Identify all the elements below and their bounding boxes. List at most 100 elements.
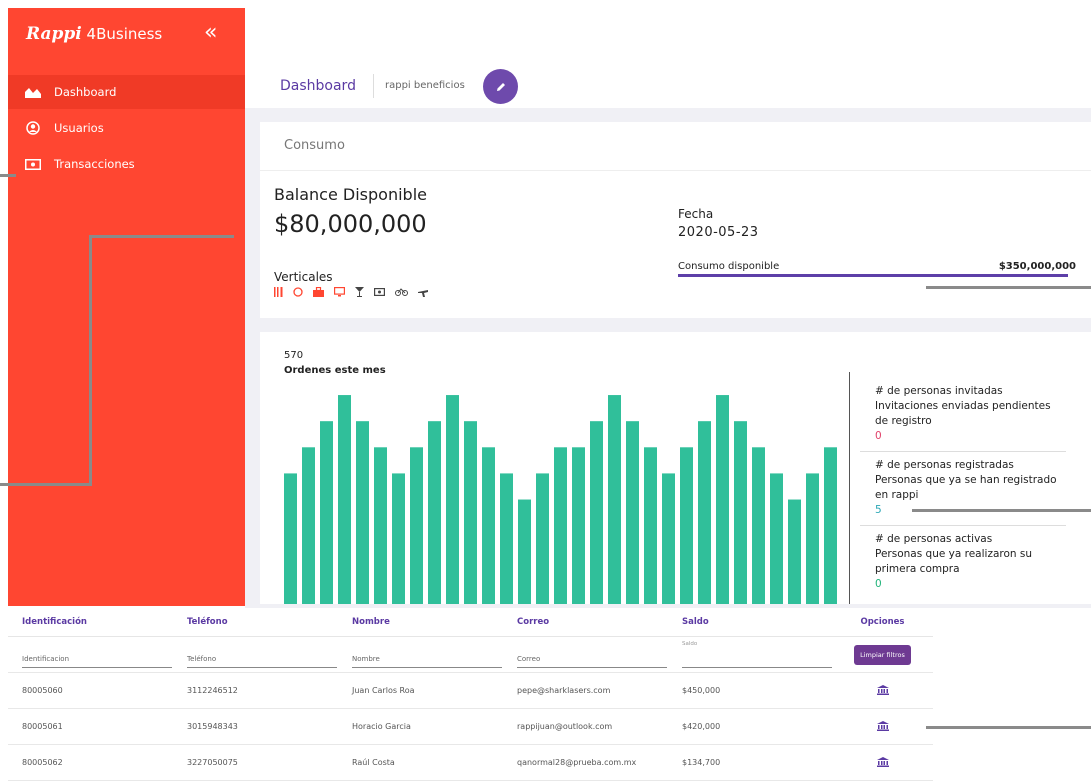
column-header[interactable]: Identificación <box>8 608 173 637</box>
bicycle-icon <box>395 288 408 296</box>
chart-bar <box>518 499 531 604</box>
verticales-label: Verticales <box>274 270 333 284</box>
clear-filters-button[interactable]: Limpiar filtros <box>854 644 911 665</box>
briefcase-icon <box>313 287 324 297</box>
name-filter-input[interactable]: Nombre <box>352 641 502 668</box>
double-chevron-left-icon[interactable]: « <box>204 20 217 45</box>
stat-value: 0 <box>875 430 882 442</box>
callout-line <box>89 235 234 238</box>
stat-value: 0 <box>875 578 882 590</box>
cell-saldo: $450,000 <box>668 672 833 709</box>
column-header[interactable]: Teléfono <box>173 608 338 637</box>
brand-logo[interactable]: Rappi 4Business <box>26 24 162 44</box>
page-title: Dashboard <box>280 78 356 94</box>
chart-bar <box>752 447 765 604</box>
saldo-filter-input[interactable]: Saldo <box>682 641 832 668</box>
chart-bar <box>734 421 747 604</box>
chart-bar <box>320 421 333 604</box>
chart-bar <box>284 473 297 604</box>
cell-id: 80005060 <box>8 672 173 709</box>
table-row: 80005060 3112246512 Juan Carlos Roa pepe… <box>8 672 933 709</box>
cell-name: Raúl Costa <box>338 744 503 781</box>
callout-line <box>926 286 1091 289</box>
cell-phone: 3015948343 <box>173 708 338 745</box>
table-header-row: Identificación Teléfono Nombre Correo Sa… <box>8 608 933 637</box>
chart-bar <box>572 447 585 604</box>
filter-placeholder: Nombre <box>352 655 380 663</box>
brand-suffix: 4Business <box>86 25 163 43</box>
stat-title: # de personas registradas <box>875 459 1014 471</box>
chart-bar <box>536 473 549 604</box>
email-filter-input[interactable]: Correo <box>517 641 667 668</box>
chart-bar <box>356 421 369 604</box>
money-bill-icon <box>24 158 42 170</box>
balance-label: Balance Disponible <box>274 185 427 204</box>
balance-value: $80,000,000 <box>274 210 427 238</box>
cell-id: 80005061 <box>8 708 173 745</box>
chart-bar <box>626 421 639 604</box>
sidebar-item-usuarios[interactable]: Usuarios <box>8 111 245 145</box>
callout-line <box>89 235 92 486</box>
chart-bar <box>554 447 567 604</box>
callout-line <box>0 174 16 177</box>
bubble-icon <box>293 287 303 297</box>
chart-bar <box>482 447 495 604</box>
chart-bar <box>500 473 513 604</box>
fecha-label: Fecha <box>678 207 714 221</box>
chart-bar <box>608 395 621 604</box>
cell-phone: 3227050075 <box>173 744 338 781</box>
pencil-icon <box>496 82 505 91</box>
user-circle-icon <box>24 121 42 135</box>
divider <box>860 451 1066 452</box>
stat-description: Invitaciones enviadas pendientes de regi… <box>875 400 1051 427</box>
callout-line <box>0 483 92 486</box>
verticales-icons <box>274 287 428 297</box>
stat-invitadas: # de personas invitadas Invitaciones env… <box>875 384 1065 444</box>
chart-bar <box>374 447 387 604</box>
fecha-value: 2020-05-23 <box>678 225 759 240</box>
chart-bar <box>788 499 801 604</box>
brand-name: Rappi <box>26 24 82 44</box>
sidebar-item-transacciones[interactable]: Transacciones <box>8 147 245 181</box>
column-header[interactable]: Saldo <box>668 608 833 637</box>
table-row: 80005062 3227050075 Raúl Costa qanormal2… <box>8 744 933 781</box>
bank-icon[interactable] <box>876 756 889 769</box>
consumo-disponible-label: Consumo disponible <box>678 261 780 272</box>
cocktail-icon <box>355 287 364 297</box>
phone-filter-input[interactable]: Teléfono <box>187 641 337 668</box>
callout-line <box>926 726 1091 729</box>
table-row: 80005061 3015948343 Horacio Garcia rappi… <box>8 708 933 745</box>
chart-bar <box>410 447 423 604</box>
column-header[interactable]: Correo <box>503 608 668 637</box>
sidebar-item-label: Dashboard <box>54 85 117 99</box>
cell-id: 80005062 <box>8 744 173 781</box>
chart-bar <box>806 473 819 604</box>
chart-bar <box>338 395 351 604</box>
stat-activas: # de personas activas Personas que ya re… <box>875 532 1065 592</box>
orders-count: 570 <box>284 350 304 361</box>
consumo-progress-bar <box>678 274 1069 277</box>
bank-icon[interactable] <box>876 684 889 697</box>
chart-bar <box>770 473 783 604</box>
stat-title: # de personas invitadas <box>875 385 1003 397</box>
filter-row: Identificacion Teléfono Nombre Correo Sa… <box>8 636 933 673</box>
stat-description: Personas que ya realizaron su primera co… <box>875 548 1033 575</box>
edit-button[interactable] <box>483 69 518 104</box>
sidebar-item-dashboard[interactable]: Dashboard <box>8 75 245 109</box>
chart-bar <box>464 421 477 604</box>
monitor-icon <box>334 287 345 297</box>
id-filter-input[interactable]: Identificacion <box>22 641 172 668</box>
bank-icon[interactable] <box>876 720 889 733</box>
column-header[interactable]: Nombre <box>338 608 503 637</box>
utensils-icon <box>274 287 283 297</box>
cell-saldo: $134,700 <box>668 744 833 781</box>
chart-bar <box>662 473 675 604</box>
page-header: Dashboard rappi beneficios <box>245 66 1091 109</box>
chart-bar <box>302 447 315 604</box>
stat-title: # de personas activas <box>875 533 993 545</box>
column-header: Opciones <box>833 608 933 637</box>
plane-icon <box>418 290 428 297</box>
orders-card: 570 Ordenes este mes # de personas invit… <box>260 332 1091 604</box>
sidebar-item-label: Transacciones <box>54 157 135 171</box>
divider <box>849 372 850 604</box>
